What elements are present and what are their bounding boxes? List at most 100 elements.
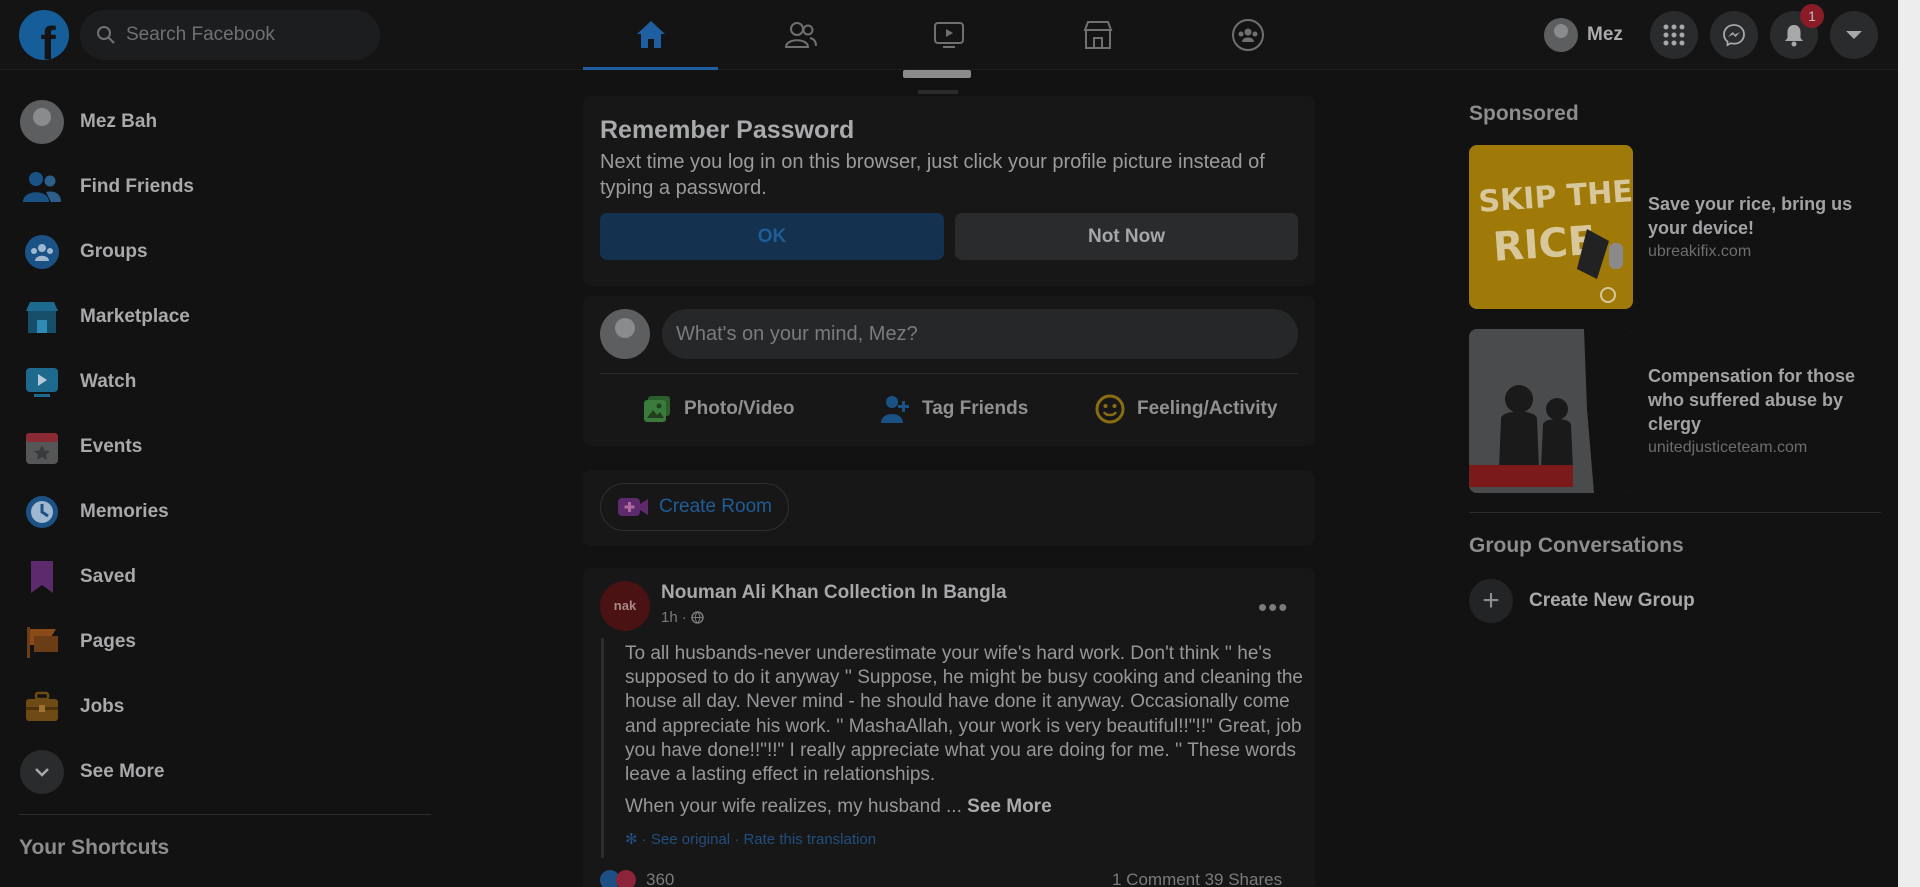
search-box[interactable]: [80, 10, 380, 60]
search-input[interactable]: [126, 24, 356, 46]
right-divider: [1469, 512, 1881, 513]
profile-name: Mez: [1587, 24, 1623, 45]
sidebar-item-label: Saved: [80, 566, 136, 587]
photo-icon: [644, 396, 670, 422]
window-scrollbar[interactable]: [1898, 0, 1920, 887]
sidebar-see-more[interactable]: See More: [19, 746, 164, 798]
create-room-label: Create Room: [659, 496, 772, 517]
avatar: [1544, 18, 1578, 52]
top-navbar: f Mez 1: [0, 0, 1898, 70]
tooltip-shadow: [918, 90, 958, 94]
sidebar-item-watch[interactable]: Watch: [19, 356, 136, 408]
sidebar-item-label: Memories: [80, 501, 169, 522]
sidebar-item-label: Marketplace: [80, 306, 190, 327]
post-text-tail: When your wife realizes, my husband ...: [625, 796, 962, 817]
ad-title-1[interactable]: Save your rice, bring us your device!: [1648, 192, 1868, 240]
tab-watch[interactable]: [881, 0, 1016, 70]
sidebar-item-pages[interactable]: Pages: [19, 616, 136, 668]
saved-bookmark-icon: [31, 561, 53, 593]
smiley-icon: [1095, 394, 1125, 424]
logo-letter: f: [40, 17, 56, 60]
menu-button[interactable]: [1650, 11, 1698, 59]
chevron-down-icon: [35, 768, 49, 777]
tag-friends-icon: [881, 396, 909, 423]
create-room-button[interactable]: Create Room: [600, 483, 789, 531]
ok-button[interactable]: OK: [600, 213, 944, 260]
post-text: To all husbands-never underestimate your…: [625, 643, 1303, 786]
facebook-logo-icon[interactable]: f: [19, 10, 69, 60]
post-options-icon[interactable]: •••: [1258, 592, 1288, 623]
not-now-button[interactable]: Not Now: [955, 213, 1298, 260]
sidebar-item-label: See More: [80, 761, 165, 782]
post-text-continued: When your wife realizes, my husband ... …: [625, 796, 1305, 818]
friends-icon: [23, 172, 61, 202]
friends-icon: [784, 22, 817, 48]
jobs-briefcase-icon: [26, 691, 58, 721]
profile-chip[interactable]: Mez: [1544, 16, 1623, 54]
plus-icon: +: [1469, 579, 1513, 623]
feeling-activity-button[interactable]: Feeling/Activity: [1095, 389, 1277, 429]
sidebar-item-events[interactable]: Events: [19, 421, 142, 473]
groups-icon: [1231, 19, 1264, 51]
page-avatar[interactable]: nak: [600, 581, 650, 631]
marketplace-icon: [26, 302, 58, 333]
caret-down-icon: [1846, 31, 1862, 39]
reaction-count: 360: [646, 870, 675, 887]
post-time[interactable]: 1h: [661, 609, 678, 626]
tab-friends[interactable]: [733, 0, 868, 70]
reactions-summary[interactable]: 360: [600, 870, 674, 887]
comment-share-counts[interactable]: 1 Comment 39 Shares: [1112, 870, 1282, 887]
groups-icon: [25, 235, 59, 269]
tag-friends-label: Tag Friends: [922, 398, 1029, 419]
sidebar-item-memories[interactable]: Memories: [19, 486, 169, 538]
tab-groups[interactable]: [1180, 0, 1315, 70]
remember-password-text: Next time you log in on this browser, ju…: [600, 151, 1265, 199]
ad-image-ubreakifix[interactable]: SKIP THE RICE: [1469, 145, 1633, 309]
sidebar-item-jobs[interactable]: Jobs: [19, 681, 124, 733]
grid-menu-icon: [1663, 24, 1685, 46]
notification-badge: 1: [1800, 4, 1824, 28]
sidebar-item-marketplace[interactable]: Marketplace: [19, 291, 190, 343]
create-new-group-button[interactable]: + Create New Group: [1469, 579, 1695, 623]
tab-marketplace[interactable]: [1030, 0, 1165, 70]
create-new-group-label: Create New Group: [1529, 590, 1695, 611]
events-icon: [26, 433, 58, 464]
tag-friends-button[interactable]: Tag Friends: [880, 389, 1028, 429]
love-reaction-icon: [616, 870, 636, 887]
gear-icon: ✻: [625, 831, 638, 848]
globe-icon: [690, 611, 704, 624]
group-conversations-heading: Group Conversations: [1469, 534, 1684, 557]
composer-divider: [600, 373, 1298, 374]
ad-title-2[interactable]: Compensation for those who suffered abus…: [1648, 364, 1868, 436]
translation-quote-bar: [601, 638, 604, 858]
watch-tv-icon: [933, 22, 964, 48]
photo-video-label: Photo/Video: [684, 398, 795, 419]
marketplace-icon: [1083, 21, 1112, 49]
sidebar-divider: [19, 814, 431, 815]
status-composer-input[interactable]: What's on your mind, Mez?: [662, 309, 1298, 359]
feeling-activity-label: Feeling/Activity: [1137, 398, 1278, 419]
post-meta: 1h ·: [661, 609, 704, 626]
avatar: [20, 100, 64, 144]
sidebar-item-profile[interactable]: Mez Bah: [19, 96, 157, 148]
memories-icon: [26, 496, 58, 528]
avatar: [600, 309, 650, 359]
sidebar-item-groups[interactable]: Groups: [19, 226, 148, 278]
messenger-icon: [1723, 24, 1745, 47]
video-camera-plus-icon: [618, 498, 648, 516]
sidebar-item-find-friends[interactable]: Find Friends: [19, 161, 194, 213]
post-author[interactable]: Nouman Ali Khan Collection In Bangla: [661, 582, 1007, 604]
see-more-link[interactable]: See More: [967, 796, 1051, 817]
sidebar-item-saved[interactable]: Saved: [19, 551, 136, 603]
ad-url-2: unitedjusticeteam.com: [1648, 439, 1808, 456]
account-menu-button[interactable]: [1830, 11, 1878, 59]
remember-password-title: Remember Password: [600, 116, 855, 144]
sidebar-item-label: Find Friends: [80, 176, 194, 197]
sidebar-item-label: Mez Bah: [80, 111, 158, 132]
photo-video-button[interactable]: Photo/Video: [642, 389, 794, 429]
tab-home[interactable]: [583, 0, 718, 70]
svg-text:SKIP THE: SKIP THE: [1477, 174, 1633, 220]
ad-image-clergy[interactable]: [1469, 329, 1633, 493]
see-original-link[interactable]: · See original · Rate this translation: [642, 831, 876, 848]
messenger-button[interactable]: [1710, 11, 1758, 59]
